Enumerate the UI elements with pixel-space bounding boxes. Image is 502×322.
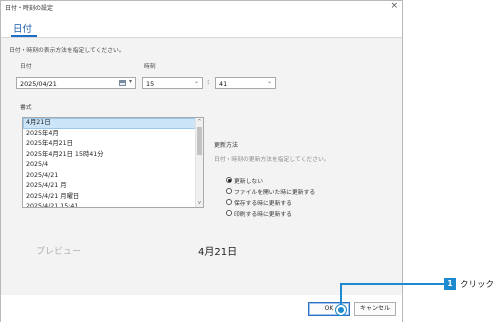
- radio-icon[interactable]: [226, 177, 232, 183]
- radio-label: 印刷する時に更新する: [234, 212, 292, 218]
- dialog-title: 日付・時刻の設定: [5, 5, 54, 12]
- callout-text: クリック: [460, 280, 495, 290]
- date-label: 日付: [20, 64, 32, 70]
- radio-label: 保存する時に更新する: [234, 201, 292, 207]
- title-bar: 日付・時刻の設定 ×: [1, 1, 402, 15]
- list-scrollbar[interactable]: ^ v: [195, 118, 203, 207]
- date-time-dialog: 日付・時刻の設定 × 日付 日付・時刻の表示方法を指定してください。 日付 20…: [0, 0, 403, 322]
- preview-value: 4月21日: [198, 247, 238, 258]
- radio-icon[interactable]: [226, 188, 232, 194]
- date-value: 2025/04/21: [20, 79, 57, 88]
- callout-target-dot: [336, 305, 346, 315]
- update-description: 日付・時刻の更新方法を指定してください。: [214, 157, 330, 163]
- close-icon[interactable]: ×: [390, 1, 398, 11]
- radio-label: 更新しない: [234, 179, 263, 185]
- description-text: 日付・時刻の表示方法を指定してください。: [9, 48, 125, 54]
- callout-step-badge: 1: [444, 278, 456, 290]
- scroll-down-icon[interactable]: v: [196, 199, 203, 207]
- list-item[interactable]: 2025/4/21 15:41: [23, 202, 203, 207]
- time-separator: :: [207, 78, 210, 86]
- cancel-button[interactable]: キャンセル: [354, 302, 396, 316]
- list-item[interactable]: 2025/4: [23, 160, 203, 171]
- chevron-down-icon[interactable]: ⌄: [194, 78, 199, 85]
- radio-label: ファイルを開いた時に更新する: [234, 190, 316, 196]
- minute-value: 41: [219, 79, 228, 88]
- list-item[interactable]: 2025年4月21日 15時41分: [23, 150, 203, 161]
- list-item[interactable]: 2025/4/21: [23, 171, 203, 182]
- date-picker[interactable]: 2025/04/21 ▾: [16, 77, 136, 89]
- list-item[interactable]: 2025年4月: [23, 129, 203, 140]
- scroll-thumb[interactable]: [197, 127, 202, 155]
- format-items: 4月21日 2025年4月 2025年4月21日 2025年4月21日 15時41分 2…: [23, 118, 203, 207]
- list-item[interactable]: 2025年4月21日: [23, 139, 203, 150]
- chevron-down-icon[interactable]: ⌄: [267, 78, 272, 85]
- preview-label: プレビュー: [36, 247, 82, 257]
- update-label: 更新方法: [214, 142, 239, 149]
- list-item[interactable]: 2025/4/21 月曜日: [23, 192, 203, 203]
- minute-select[interactable]: 41 ⌄: [215, 77, 276, 89]
- radio-icon[interactable]: [226, 210, 232, 216]
- hour-select[interactable]: 15 ⌄: [142, 77, 203, 89]
- scroll-up-icon[interactable]: ^: [196, 118, 203, 126]
- list-item[interactable]: 2025/4/21 月: [23, 181, 203, 192]
- tab-date[interactable]: 日付: [13, 21, 32, 35]
- list-item[interactable]: 4月21日: [23, 118, 203, 129]
- radio-icon[interactable]: [226, 199, 232, 205]
- callout-line-horizontal: [340, 283, 444, 285]
- format-label: 書式: [20, 105, 32, 111]
- calendar-icon[interactable]: [119, 80, 126, 86]
- chevron-down-icon[interactable]: ▾: [129, 78, 132, 85]
- hour-value: 15: [146, 79, 155, 88]
- time-label: 時刻: [144, 64, 156, 70]
- format-list[interactable]: 4月21日 2025年4月 2025年4月21日 2025年4月21日 15時41分 2…: [22, 117, 204, 208]
